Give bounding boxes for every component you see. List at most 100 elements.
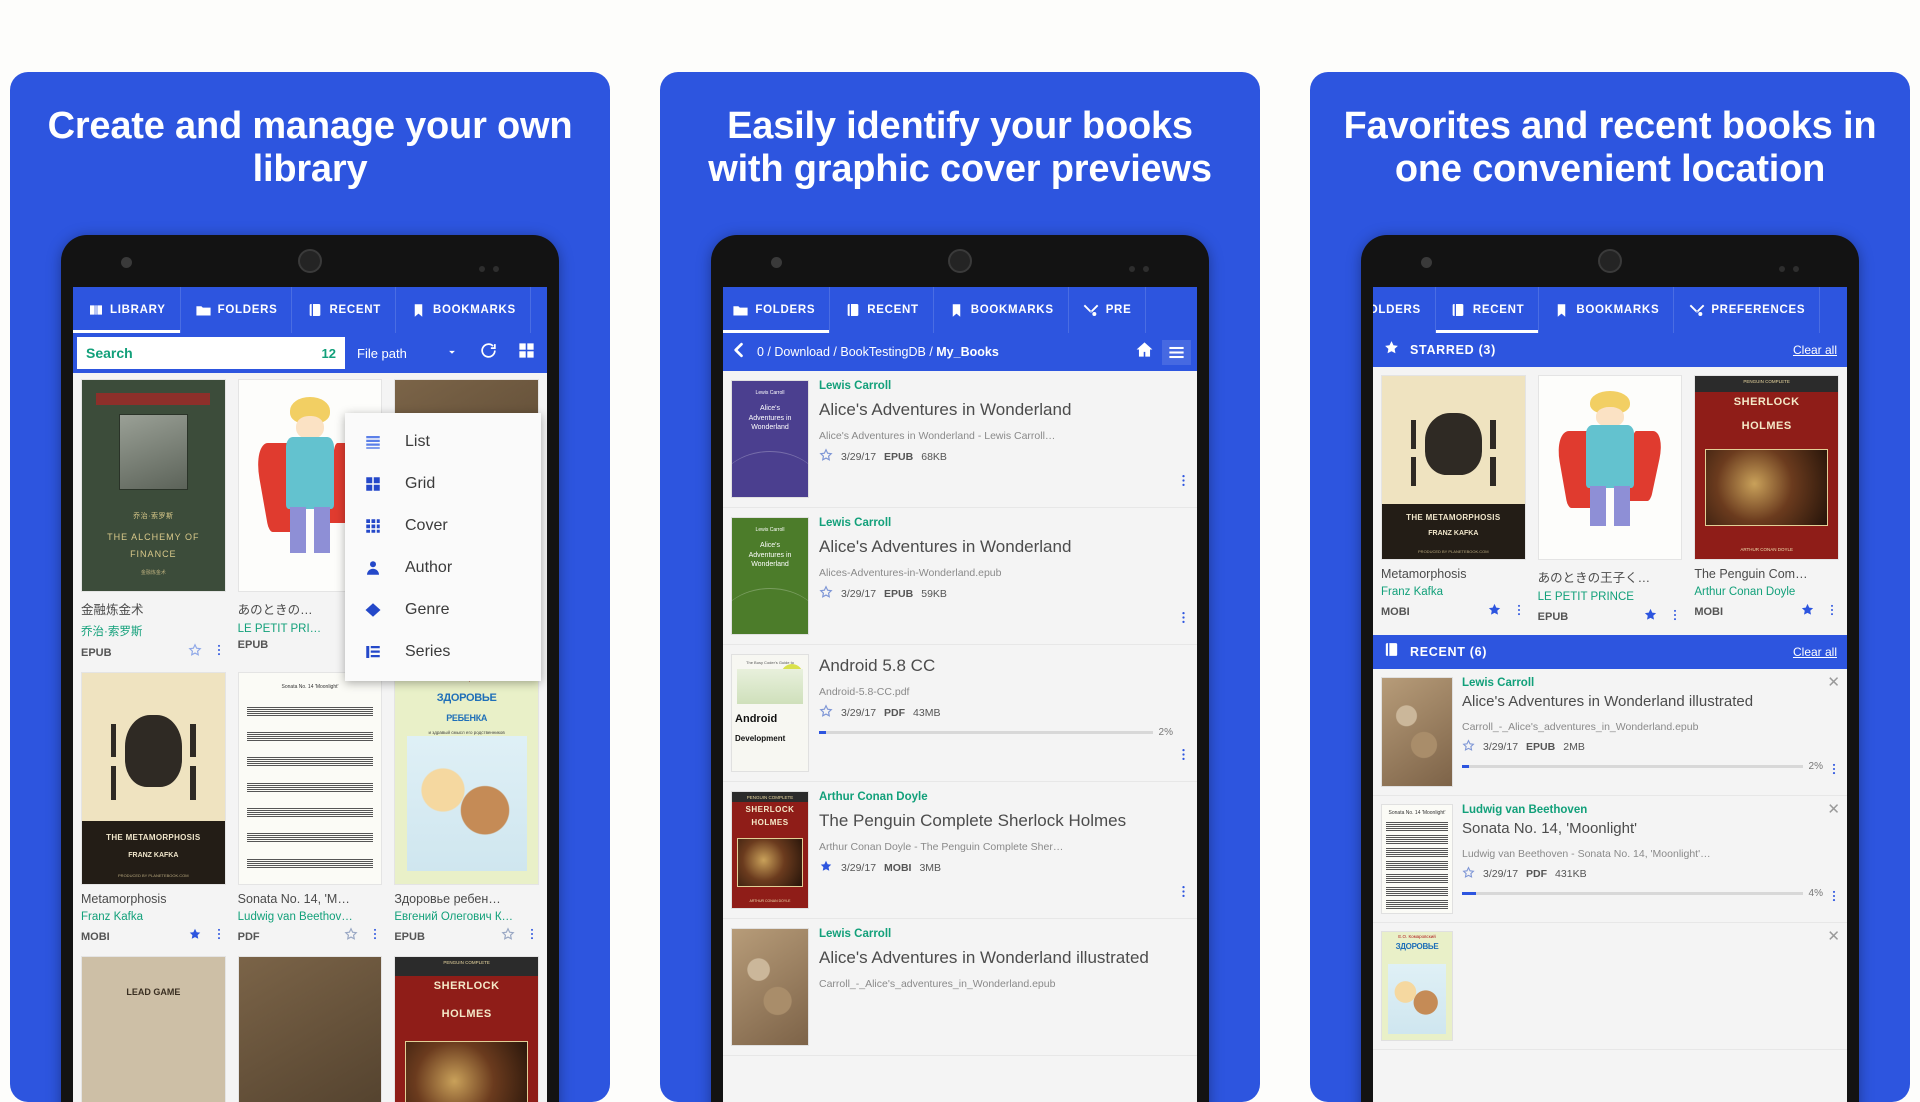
cover-art-sonata: Sonata No. 14 'Moonlight' [238, 673, 382, 884]
list-item[interactable]: Lewis Carroll Alice's Adventures in Wond… [723, 919, 1197, 1056]
clear-all-starred-button[interactable]: Clear all [1793, 343, 1837, 357]
close-icon[interactable]: ✕ [1827, 675, 1840, 690]
overflow-menu-icon[interactable] [1827, 889, 1841, 908]
overflow-menu-icon[interactable] [1176, 473, 1191, 493]
chevron-down-icon [445, 345, 459, 362]
overflow-menu-icon[interactable] [368, 927, 382, 946]
grid-view-icon [363, 474, 383, 494]
overflow-menu-icon[interactable] [1827, 762, 1841, 781]
search-input[interactable]: Search 12 [77, 337, 345, 369]
dropdown-item-cover[interactable]: Cover [345, 505, 541, 547]
breadcrumb[interactable]: 0 / Download / BookTestingDB / My_Books [757, 345, 1127, 359]
book-cell[interactable]: 乔治·索罗斯 THE ALCHEMY OF FINANCE 金融炼金术 金融炼金… [81, 379, 226, 662]
list-item-info [1462, 931, 1839, 1041]
star-outline-icon[interactable] [1462, 739, 1475, 755]
author-icon [363, 558, 383, 578]
sensor-dots-icon [1121, 259, 1161, 272]
chevron-left-icon[interactable] [729, 340, 749, 365]
book-cell[interactable]: あのときの王子く… LE PETIT PRINCE EPUB [1537, 375, 1683, 627]
sort-select[interactable]: File path [349, 337, 467, 369]
book-cell[interactable]: PENGUIN COMPLETE SHERLOCKHOLMES ARTHUR C… [1694, 375, 1839, 627]
progress-percent: 2% [1158, 727, 1173, 739]
book-cover: Lewis Carroll Alice's Adventures in Wonder… [731, 517, 809, 635]
view-mode-button[interactable] [509, 337, 543, 369]
dropdown-item-grid[interactable]: Grid [345, 463, 541, 505]
phone-mockup-2: Y FOLDERS RECENT [711, 235, 1209, 1102]
book-meta: 3/29/17 EPUB 2MB [1462, 739, 1823, 755]
book-cell[interactable]: Sonata No. 14 'Moonlight' Sonata No. 14,… [237, 672, 383, 946]
star-outline-icon[interactable] [188, 643, 202, 662]
overflow-menu-icon[interactable] [212, 927, 226, 946]
tab-folders[interactable]: FOLDERS [181, 287, 293, 333]
tab-folders[interactable]: FOLDERS [723, 287, 831, 333]
book-author: Lewis Carroll [819, 517, 892, 529]
star-filled-icon[interactable] [819, 859, 833, 876]
overflow-menu-icon[interactable] [1176, 884, 1191, 904]
star-outline-icon[interactable] [344, 927, 358, 946]
overflow-menu-icon[interactable] [1512, 603, 1526, 622]
book-cell[interactable]: PENGUIN COMPLETE SHERLOCKHOLMES ARTHUR C… [394, 956, 539, 1102]
tab-bookmarks[interactable]: BOOKMARKS [396, 287, 531, 333]
star-outline-icon[interactable] [819, 585, 833, 602]
list-item[interactable]: PENGUIN COMPLETE SHERLOCK HOLMES ARTHUR … [723, 782, 1197, 919]
library-toolbar: Search 12 File path [73, 333, 547, 373]
overflow-menu-icon[interactable] [525, 927, 539, 946]
tab-preferences[interactable]: PRE [1069, 287, 1147, 333]
star-outline-icon[interactable] [819, 448, 833, 465]
list-item[interactable]: Lewis Carroll Alice's Adventures in Wonder… [723, 371, 1197, 508]
tab-recent[interactable]: RECENT [830, 287, 934, 333]
list-item[interactable]: Е.О. Комаровский ЗДОРОВЬЕ ✕ [1373, 923, 1847, 1050]
home-icon[interactable] [1135, 340, 1154, 364]
reading-progress: 2% [1462, 761, 1823, 772]
tab-recent[interactable]: RECENT [1436, 287, 1540, 333]
book-cover: Е.О. Комаровский ЗДОРОВЬЕ [1381, 931, 1453, 1041]
breadcrumb-current: My_Books [936, 345, 999, 359]
clear-all-recent-button[interactable]: Clear all [1793, 645, 1837, 659]
book-filename: Carroll_-_Alice's_adventures_in_Wonderla… [819, 978, 1056, 991]
list-item[interactable]: Lewis Carroll Alice's Adventures in Wonder… [723, 508, 1197, 645]
overflow-menu-icon[interactable] [1668, 608, 1682, 627]
tab-bookmarks[interactable]: BOOKMARKS [1539, 287, 1675, 333]
tab-recent[interactable]: RECENT [292, 287, 396, 333]
phone-screen-3: FOLDERS RECENT BOOKMARKS [1373, 287, 1847, 1102]
front-camera-icon [1421, 257, 1432, 268]
overflow-menu-icon[interactable] [1176, 747, 1191, 767]
book-cell[interactable]: LEAD GAME [81, 956, 226, 1102]
star-filled-icon[interactable] [1487, 602, 1502, 622]
tab-bookmarks[interactable]: BOOKMARKS [934, 287, 1069, 333]
grid-view-icon [517, 341, 536, 365]
tab-folders[interactable]: FOLDERS [1373, 287, 1436, 333]
view-mode-dropdown[interactable]: List Grid Cover Author Genre Series [345, 413, 541, 681]
dropdown-item-list[interactable]: List [345, 421, 541, 463]
dropdown-item-genre[interactable]: Genre [345, 589, 541, 631]
overflow-menu-icon[interactable] [212, 643, 226, 662]
star-filled-icon[interactable] [1643, 607, 1658, 627]
close-icon[interactable]: ✕ [1827, 802, 1840, 817]
refresh-button[interactable] [471, 337, 505, 369]
book-title: The Penguin Com… [1694, 567, 1808, 581]
tab-preferences[interactable]: PREFERENCES [1674, 287, 1821, 333]
star-outline-icon[interactable] [501, 927, 515, 946]
dropdown-item-author[interactable]: Author [345, 547, 541, 589]
star-outline-icon[interactable] [1462, 866, 1475, 882]
book-cell[interactable]: THE METAMORPHOSIS FRANZ KAFKA PRODUCED B… [81, 672, 226, 946]
list-item[interactable]: Sonata No. 14 'Moonlight' Ludwig van Bee… [1373, 796, 1847, 923]
path-breadcrumb-bar: 0 / Download / BookTestingDB / My_Books [723, 333, 1197, 371]
book-format: EPUB [394, 930, 425, 943]
overflow-menu-icon[interactable] [1176, 610, 1191, 630]
book-cell[interactable] [237, 956, 383, 1102]
book-cell[interactable]: Е.О. Комаровский ЗДОРОВЬЕ РЕБЕНКА и здра… [394, 672, 539, 946]
dropdown-item-series[interactable]: Series [345, 631, 541, 673]
close-icon[interactable]: ✕ [1827, 929, 1840, 944]
list-item[interactable]: Lewis Carroll Alice's Adventures in Wond… [1373, 669, 1847, 796]
book-size: 2MB [1563, 741, 1585, 753]
star-filled-icon[interactable] [188, 927, 202, 946]
overflow-menu-icon[interactable] [1825, 603, 1839, 622]
book-cell[interactable]: THE METAMORPHOSIS FRANZ KAFKA PRODUCED B… [1381, 375, 1526, 627]
book-title: Android 5.8 CC [819, 656, 936, 675]
star-outline-icon[interactable] [819, 704, 833, 721]
list-item[interactable]: The Busy Coder's Guide to Android Develo… [723, 645, 1197, 782]
hamburger-menu-icon[interactable] [1162, 339, 1191, 365]
tab-library[interactable]: LIBRARY [73, 287, 181, 333]
star-filled-icon[interactable] [1800, 602, 1815, 622]
